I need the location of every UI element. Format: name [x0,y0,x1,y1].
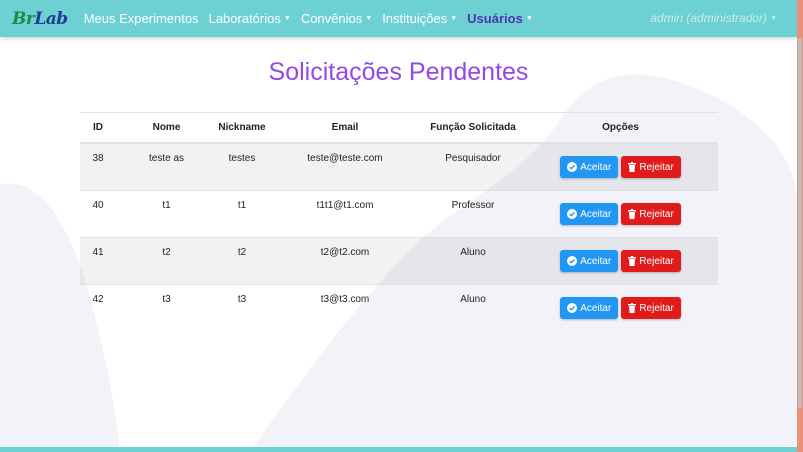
trash-icon [628,209,637,219]
pending-requests-table: ID Nome Nickname Email Função Solicitada… [80,112,718,331]
cell-nickname: t2 [217,237,267,285]
table-row: 38 teste as testes teste@teste.com Pesqu… [80,142,718,191]
cell-nickname: t3 [217,284,267,331]
cell-role: Professor [423,190,523,238]
cell-id: 41 [80,237,116,285]
header-role: Função Solicitada [423,112,523,144]
check-circle-icon [567,209,578,219]
accept-button[interactable]: Aceitar [560,156,619,178]
scrollbar[interactable] [798,38,802,408]
accept-button[interactable]: Aceitar [560,297,619,319]
trash-icon [628,162,637,172]
cell-name: t1 [116,190,217,238]
caret-down-icon: ▼ [525,15,533,22]
caret-down-icon: ▼ [283,15,291,22]
cell-nickname: t1 [217,190,267,238]
nav-convenios[interactable]: Convênios ▼ [301,11,372,26]
accept-button[interactable]: Aceitar [560,250,619,272]
footer-bar [0,447,797,452]
table-row: 41 t2 t2 t2@t2.com Aluno Aceitar Rejeita… [80,237,718,285]
nav-usuarios[interactable]: Usuários ▼ [467,11,533,26]
reject-button[interactable]: Rejeitar [621,250,681,272]
cell-id: 38 [80,142,116,191]
page-title: Solicitações Pendentes [268,58,529,86]
cell-options: Aceitar Rejeitar [523,284,718,331]
nav-instituicoes[interactable]: Instituições ▼ [382,11,457,26]
user-menu[interactable]: admin (administrador) ▼ [650,11,777,25]
cell-email: t2@t2.com [267,237,423,285]
table-row: 42 t3 t3 t3@t3.com Aluno Aceitar Rejeita… [80,284,718,331]
top-navbar: BrLab Meus Experimentos Laboratórios ▼ Co… [0,0,797,37]
page: BrLab Meus Experimentos Laboratórios ▼ Co… [0,0,797,452]
cell-role: Pesquisador [423,142,523,191]
cell-role: Aluno [423,237,523,285]
cell-name: t2 [116,237,217,285]
cell-name: t3 [116,284,217,331]
caret-down-icon: ▼ [770,14,777,22]
cell-nickname: testes [217,142,267,191]
caret-down-icon: ▼ [450,15,458,22]
header-email: Email [267,112,423,144]
cell-name: teste as [116,142,217,191]
reject-button[interactable]: Rejeitar [621,156,681,178]
header-nickname: Nickname [217,112,267,144]
cell-role: Aluno [423,284,523,331]
table-row: 40 t1 t1 t1t1@t1.com Professor Aceitar R… [80,190,718,238]
trash-icon [628,256,637,266]
trash-icon [628,303,637,313]
check-circle-icon [567,303,578,313]
caret-down-icon: ▼ [365,15,373,22]
table-header-row: ID Nome Nickname Email Função Solicitada… [80,112,718,144]
cell-email: t1t1@t1.com [267,190,423,238]
header-options: Opções [523,112,718,144]
check-circle-icon [567,256,578,266]
check-circle-icon [567,162,578,172]
cell-options: Aceitar Rejeitar [523,190,718,238]
cell-email: t3@t3.com [267,284,423,331]
cell-email: teste@teste.com [267,142,423,191]
accept-button[interactable]: Aceitar [560,203,619,225]
cell-id: 42 [80,284,116,331]
cell-id: 40 [80,190,116,238]
brand-logo[interactable]: BrLab [12,9,68,29]
header-id: ID [80,112,116,144]
reject-button[interactable]: Rejeitar [621,297,681,319]
nav-laboratorios[interactable]: Laboratórios ▼ [209,11,291,26]
cell-options: Aceitar Rejeitar [523,237,718,285]
nav-meus-experimentos[interactable]: Meus Experimentos [84,11,199,26]
header-name: Nome [116,112,217,144]
reject-button[interactable]: Rejeitar [621,203,681,225]
cell-options: Aceitar Rejeitar [523,142,718,191]
